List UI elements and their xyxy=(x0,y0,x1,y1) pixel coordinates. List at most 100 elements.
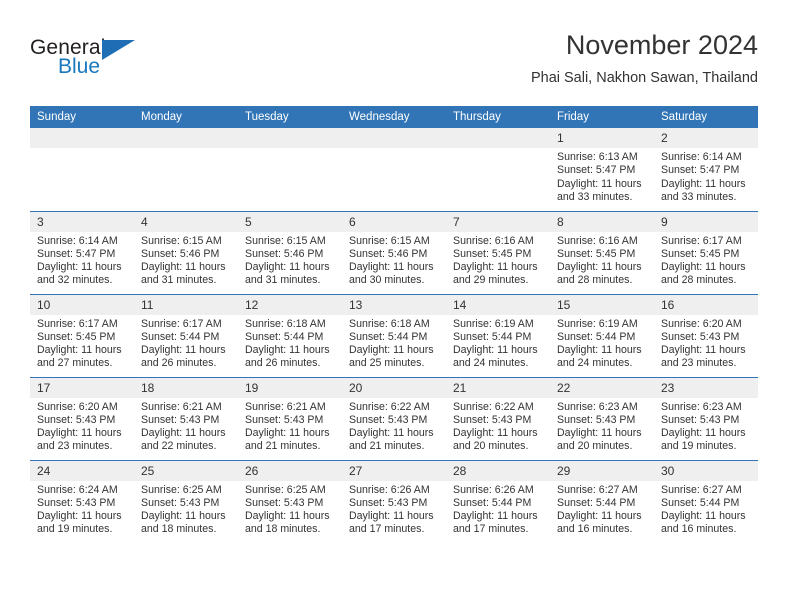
day-number: 11 xyxy=(134,294,238,315)
day-number: 18 xyxy=(134,377,238,398)
sunrise-text: Sunrise: 6:16 AM xyxy=(557,234,638,247)
calendar-week-row: 24 Sunrise: 6:24 AM Sunset: 5:43 PM Dayligh… xyxy=(30,459,758,543)
calendar-day-cell[interactable]: 11 Sunrise: 6:17 AM Sunset: 5:44 PM Dayligh… xyxy=(134,293,238,377)
daylight-text: Daylight: 11 hours and 26 minutes. xyxy=(245,344,330,370)
sunset-text: Sunset: 5:43 PM xyxy=(349,413,428,426)
sunset-text: Sunset: 5:43 PM xyxy=(661,413,740,426)
calendar-day-cell[interactable]: 20 Sunrise: 6:22 AM Sunset: 5:43 PM Dayligh… xyxy=(342,376,446,460)
sunrise-text: Sunrise: 6:15 AM xyxy=(141,234,222,247)
weekday-header-thursday: Thursday xyxy=(446,106,550,128)
day-number: 2 xyxy=(654,128,758,148)
daylight-text: Daylight: 11 hours and 33 minutes. xyxy=(557,177,642,203)
brand-logo[interactable]: General Blue xyxy=(30,36,170,86)
sunset-text: Sunset: 5:43 PM xyxy=(661,330,740,343)
day-sun-info: Sunrise: 6:21 AM Sunset: 5:43 PM Daylight:… xyxy=(134,398,238,454)
day-sun-info: Sunrise: 6:22 AM Sunset: 5:43 PM Daylight:… xyxy=(342,398,446,454)
calendar-day-cell[interactable]: 8 Sunrise: 6:16 AM Sunset: 5:45 PM Daylight… xyxy=(550,210,654,294)
day-sun-info: Sunrise: 6:18 AM Sunset: 5:44 PM Daylight:… xyxy=(238,315,342,371)
daylight-text: Daylight: 11 hours and 28 minutes. xyxy=(557,261,642,287)
day-number: 30 xyxy=(654,460,758,481)
daylight-text: Daylight: 11 hours and 18 minutes. xyxy=(245,510,330,536)
day-number: 3 xyxy=(30,211,134,232)
daylight-text: Daylight: 11 hours and 31 minutes. xyxy=(245,261,330,287)
calendar-day-cell[interactable]: 30 Sunrise: 6:27 AM Sunset: 5:44 PM Dayligh… xyxy=(654,459,758,543)
triangle-logo-icon xyxy=(102,40,135,60)
day-number: 21 xyxy=(446,377,550,398)
calendar-day-cell[interactable]: 7 Sunrise: 6:16 AM Sunset: 5:45 PM Daylight… xyxy=(446,210,550,294)
sunrise-text: Sunrise: 6:23 AM xyxy=(661,400,742,413)
calendar-day-cell[interactable]: 3 Sunrise: 6:14 AM Sunset: 5:47 PM Daylight… xyxy=(30,210,134,294)
daylight-text: Daylight: 11 hours and 19 minutes. xyxy=(661,427,746,453)
calendar-day-cell-empty xyxy=(238,128,342,211)
sunrise-text: Sunrise: 6:20 AM xyxy=(37,400,118,413)
calendar-day-cell[interactable]: 18 Sunrise: 6:21 AM Sunset: 5:43 PM Dayligh… xyxy=(134,376,238,460)
calendar-day-cell[interactable]: 24 Sunrise: 6:24 AM Sunset: 5:43 PM Dayligh… xyxy=(30,459,134,543)
calendar-day-cell[interactable]: 2 Sunrise: 6:14 AM Sunset: 5:47 PM Daylight… xyxy=(654,128,758,211)
sunrise-text: Sunrise: 6:26 AM xyxy=(453,483,534,496)
sunset-text: Sunset: 5:43 PM xyxy=(37,413,116,426)
sunrise-text: Sunrise: 6:23 AM xyxy=(557,400,638,413)
calendar-day-cell[interactable]: 16 Sunrise: 6:20 AM Sunset: 5:43 PM Dayligh… xyxy=(654,293,758,377)
daylight-text: Daylight: 11 hours and 32 minutes. xyxy=(37,261,122,287)
sunset-text: Sunset: 5:45 PM xyxy=(453,247,532,260)
sunset-text: Sunset: 5:44 PM xyxy=(557,330,636,343)
sunrise-text: Sunrise: 6:15 AM xyxy=(245,234,326,247)
calendar-day-cell-empty xyxy=(134,128,238,211)
day-number: 5 xyxy=(238,211,342,232)
calendar-week-row: 1 Sunrise: 6:13 AM Sunset: 5:47 PM Daylight… xyxy=(30,128,758,211)
day-sun-info: Sunrise: 6:25 AM Sunset: 5:43 PM Daylight:… xyxy=(238,481,342,537)
sunset-text: Sunset: 5:43 PM xyxy=(141,413,220,426)
daylight-text: Daylight: 11 hours and 30 minutes. xyxy=(349,261,434,287)
sunset-text: Sunset: 5:45 PM xyxy=(661,247,740,260)
calendar-page: General Blue November 2024 Phai Sali, Na… xyxy=(0,0,792,612)
calendar-day-cell[interactable]: 27 Sunrise: 6:26 AM Sunset: 5:43 PM Dayligh… xyxy=(342,459,446,543)
calendar-day-cell[interactable]: 15 Sunrise: 6:19 AM Sunset: 5:44 PM Dayligh… xyxy=(550,293,654,377)
day-sun-info: Sunrise: 6:13 AM Sunset: 5:47 PM Daylight:… xyxy=(550,148,654,204)
calendar-day-cell[interactable]: 22 Sunrise: 6:23 AM Sunset: 5:43 PM Dayligh… xyxy=(550,376,654,460)
sunset-text: Sunset: 5:46 PM xyxy=(349,247,428,260)
sunrise-text: Sunrise: 6:15 AM xyxy=(349,234,430,247)
day-sun-info: Sunrise: 6:19 AM Sunset: 5:44 PM Daylight:… xyxy=(446,315,550,371)
day-sun-info: Sunrise: 6:17 AM Sunset: 5:45 PM Daylight:… xyxy=(654,232,758,288)
day-sun-info: Sunrise: 6:20 AM Sunset: 5:43 PM Daylight:… xyxy=(30,398,134,454)
calendar-day-cell[interactable]: 14 Sunrise: 6:19 AM Sunset: 5:44 PM Dayligh… xyxy=(446,293,550,377)
sunset-text: Sunset: 5:43 PM xyxy=(557,413,636,426)
sunset-text: Sunset: 5:44 PM xyxy=(661,496,740,509)
day-number: 27 xyxy=(342,460,446,481)
sunset-text: Sunset: 5:44 PM xyxy=(453,330,532,343)
sunrise-text: Sunrise: 6:18 AM xyxy=(245,317,326,330)
day-number xyxy=(342,128,446,148)
calendar-day-cell[interactable]: 10 Sunrise: 6:17 AM Sunset: 5:45 PM Dayligh… xyxy=(30,293,134,377)
day-number: 10 xyxy=(30,294,134,315)
day-sun-info: Sunrise: 6:19 AM Sunset: 5:44 PM Daylight:… xyxy=(550,315,654,371)
calendar-day-cell[interactable]: 29 Sunrise: 6:27 AM Sunset: 5:44 PM Dayligh… xyxy=(550,459,654,543)
calendar-day-cell[interactable]: 25 Sunrise: 6:25 AM Sunset: 5:43 PM Dayligh… xyxy=(134,459,238,543)
calendar-day-cell[interactable]: 5 Sunrise: 6:15 AM Sunset: 5:46 PM Daylight… xyxy=(238,210,342,294)
weekday-header-saturday: Saturday xyxy=(654,106,758,128)
day-sun-info: Sunrise: 6:23 AM Sunset: 5:43 PM Daylight:… xyxy=(654,398,758,454)
calendar-day-cell[interactable]: 6 Sunrise: 6:15 AM Sunset: 5:46 PM Daylight… xyxy=(342,210,446,294)
calendar-day-cell[interactable]: 28 Sunrise: 6:26 AM Sunset: 5:44 PM Dayligh… xyxy=(446,459,550,543)
daylight-text: Daylight: 11 hours and 22 minutes. xyxy=(141,427,226,453)
sunset-text: Sunset: 5:43 PM xyxy=(37,496,116,509)
sunset-text: Sunset: 5:44 PM xyxy=(557,496,636,509)
calendar-day-cell[interactable]: 19 Sunrise: 6:21 AM Sunset: 5:43 PM Dayligh… xyxy=(238,376,342,460)
calendar-day-cell[interactable]: 12 Sunrise: 6:18 AM Sunset: 5:44 PM Dayligh… xyxy=(238,293,342,377)
sunrise-text: Sunrise: 6:16 AM xyxy=(453,234,534,247)
calendar-day-cell[interactable]: 4 Sunrise: 6:15 AM Sunset: 5:46 PM Daylight… xyxy=(134,210,238,294)
calendar-body: 1 Sunrise: 6:13 AM Sunset: 5:47 PM Daylight… xyxy=(30,128,758,543)
calendar-day-cell[interactable]: 21 Sunrise: 6:22 AM Sunset: 5:43 PM Dayligh… xyxy=(446,376,550,460)
daylight-text: Daylight: 11 hours and 29 minutes. xyxy=(453,261,538,287)
day-number: 1 xyxy=(550,128,654,148)
calendar-day-cell[interactable]: 23 Sunrise: 6:23 AM Sunset: 5:43 PM Dayligh… xyxy=(654,376,758,460)
daylight-text: Daylight: 11 hours and 24 minutes. xyxy=(557,344,642,370)
daylight-text: Daylight: 11 hours and 25 minutes. xyxy=(349,344,434,370)
calendar-week-row: 10 Sunrise: 6:17 AM Sunset: 5:45 PM Dayligh… xyxy=(30,293,758,377)
calendar-day-cell[interactable]: 13 Sunrise: 6:18 AM Sunset: 5:44 PM Dayligh… xyxy=(342,293,446,377)
calendar-day-cell[interactable]: 17 Sunrise: 6:20 AM Sunset: 5:43 PM Dayligh… xyxy=(30,376,134,460)
calendar-day-cell[interactable]: 26 Sunrise: 6:25 AM Sunset: 5:43 PM Dayligh… xyxy=(238,459,342,543)
calendar-day-cell[interactable]: 9 Sunrise: 6:17 AM Sunset: 5:45 PM Daylight… xyxy=(654,210,758,294)
calendar-day-cell[interactable]: 1 Sunrise: 6:13 AM Sunset: 5:47 PM Daylight… xyxy=(550,128,654,211)
page-title: November 2024 xyxy=(565,30,758,60)
daylight-text: Daylight: 11 hours and 17 minutes. xyxy=(349,510,434,536)
